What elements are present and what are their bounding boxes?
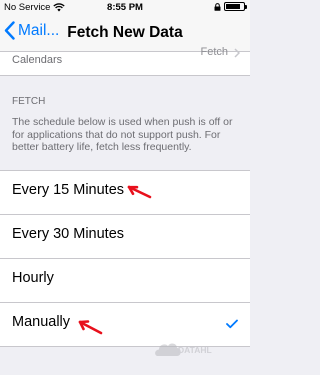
option-label: Hourly (12, 269, 54, 286)
status-right (214, 2, 247, 11)
calendars-row[interactable]: Calendars Fetch (0, 46, 250, 76)
battery-icon (224, 2, 247, 11)
calendars-label: Calendars (12, 54, 63, 66)
watermark-logo: DATAHL (155, 343, 212, 356)
page-title: Fetch New Data (67, 24, 183, 41)
svg-text:DATAHL: DATAHL (178, 345, 212, 355)
fetch-options-group: Every 15 Minutes Every 30 Minutes Hourly… (0, 169, 250, 347)
settings-list: Calendars Fetch FETCH The schedule below… (0, 46, 250, 347)
status-bar: No Service 8:55 PM (0, 0, 250, 14)
annotation-arrow (78, 319, 103, 334)
chevron-right-icon (234, 48, 240, 58)
option-every-15-minutes[interactable]: Every 15 Minutes (0, 170, 250, 215)
option-every-30-minutes[interactable]: Every 30 Minutes (0, 214, 250, 259)
option-label: Every 15 Minutes (12, 181, 125, 198)
option-label: Every 30 Minutes (12, 225, 125, 242)
checkmark-icon (226, 319, 238, 328)
fetch-section-description: The schedule below is used when push is … (12, 116, 233, 153)
rotation-lock-icon (214, 2, 221, 11)
fetch-section-header: FETCH (12, 96, 46, 107)
option-hourly[interactable]: Hourly (0, 258, 250, 303)
annotation-arrow (127, 185, 152, 198)
option-label: Manually (12, 313, 71, 330)
calendars-value: Fetch (200, 46, 228, 58)
battery-level-fill (226, 4, 240, 9)
status-time: 8:55 PM (107, 2, 143, 13)
